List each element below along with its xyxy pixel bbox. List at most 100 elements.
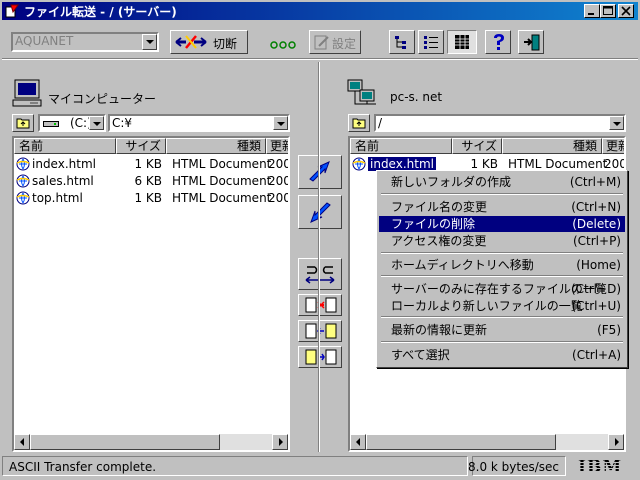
chevron-down-icon[interactable] (142, 34, 157, 50)
local-scroll-thumb[interactable] (30, 434, 220, 450)
local-col-name[interactable]: 名前 (14, 138, 116, 154)
file-name: sales.html (32, 174, 94, 188)
file-size: 1 KB (134, 191, 162, 205)
help-button[interactable] (485, 30, 511, 54)
details-view-icon (455, 35, 469, 49)
help-icon (494, 34, 504, 50)
menu-item-shortcut: (Ctrl+U) (571, 299, 621, 313)
local-col-type[interactable]: 種類 (166, 138, 266, 154)
local-drive-select[interactable]: (C:) (38, 114, 106, 132)
file-name: top.html (32, 191, 83, 205)
upload-button[interactable] (298, 155, 342, 189)
menu-item[interactable]: ファイル名の変更 (Ctrl+N) (379, 199, 625, 215)
local-horizontal-scrollbar[interactable] (14, 434, 288, 450)
file-date: 2002 (268, 174, 288, 188)
disconnect-button[interactable]: 切断 (170, 30, 248, 54)
remote-path-value: / (378, 116, 383, 130)
menu-item[interactable]: 最新の情報に更新 (F5) (379, 322, 625, 338)
local-path-value: C:¥ (112, 116, 133, 130)
ftp-window: ファイル転送 - / (サーバー) AQUANET 切断 設定 マイコンピュータ… (0, 0, 640, 480)
menu-item[interactable]: ローカルより新しいファイルの一覧 (Ctrl+U) (379, 298, 625, 314)
menu-separator (381, 252, 623, 254)
file-size: 6 KB (134, 174, 162, 188)
menu-item[interactable]: ホームディレクトリへ移動 (Home) (379, 257, 625, 273)
remote-col-name[interactable]: 名前 (350, 138, 452, 154)
menu-item[interactable]: ファイルの削除 (Delete) (379, 216, 625, 232)
menu-separator (381, 341, 623, 343)
close-button[interactable] (618, 4, 634, 18)
app-icon[interactable] (5, 4, 19, 18)
sync-both-button[interactable] (298, 258, 342, 290)
view-details-button[interactable] (447, 30, 477, 54)
chevron-down-icon[interactable] (273, 116, 288, 130)
menu-item-shortcut: (Ctrl+A) (572, 348, 621, 362)
menu-item[interactable]: アクセス権の変更 (Ctrl+P) (379, 233, 625, 249)
remote-scroll-thumb[interactable] (366, 434, 556, 450)
remote-up-folder-button[interactable] (348, 114, 370, 132)
local-up-folder-button[interactable] (12, 114, 34, 132)
up-folder-icon (16, 118, 30, 129)
mirror-to-local-button[interactable] (298, 320, 342, 342)
menu-separator (381, 316, 623, 318)
exit-button[interactable] (518, 30, 544, 54)
pane-divider[interactable] (318, 62, 320, 452)
connection-status-icon (270, 38, 296, 52)
local-col-date[interactable]: 更新 (266, 138, 288, 154)
file-date: 2002 (268, 157, 288, 171)
view-list-button[interactable] (418, 30, 444, 54)
chevron-down-icon[interactable] (609, 116, 624, 130)
remote-col-type[interactable]: 種類 (502, 138, 602, 154)
file-size: 1 KB (134, 157, 162, 171)
minimize-button[interactable] (584, 4, 600, 18)
remote-col-size[interactable]: サイズ (452, 138, 502, 154)
transfer-speed: 8.0 k bytes/sec (468, 460, 559, 474)
file-size: 1 KB (470, 157, 498, 171)
scroll-left-icon[interactable] (350, 434, 366, 450)
table-row[interactable]: sales.html 6 KB HTML Document2002 (14, 173, 288, 190)
title-bar[interactable]: ファイル転送 - / (サーバー) (2, 2, 638, 20)
local-col-size[interactable]: サイズ (116, 138, 166, 154)
html-file-icon (16, 174, 30, 191)
menu-item-label: アクセス権の変更 (391, 234, 487, 248)
download-button[interactable] (298, 195, 342, 229)
host-select-value: AQUANET (15, 34, 74, 48)
file-name: index.html (367, 156, 437, 172)
menu-item-shortcut: (Ctrl+D) (570, 282, 621, 296)
local-pane-title: マイコンピューター (48, 92, 157, 106)
file-date: 2002 (604, 157, 624, 171)
compare-files-icon (305, 297, 337, 313)
scroll-left-icon[interactable] (14, 434, 30, 450)
scroll-right-icon[interactable] (608, 434, 624, 450)
view-tree-button[interactable] (389, 30, 415, 54)
table-row[interactable]: top.html 1 KB HTML Document2002 (14, 190, 288, 207)
window-title: ファイル転送 - / (サーバー) (24, 5, 177, 19)
menu-item-label: ローカルより新しいファイルの一覧 (391, 299, 583, 313)
menu-item-shortcut: (F5) (597, 323, 621, 337)
file-type: HTML Document (508, 157, 608, 171)
host-select[interactable]: AQUANET (11, 32, 159, 52)
menu-item-shortcut: (Home) (576, 258, 621, 272)
remote-col-date[interactable]: 更新 (602, 138, 624, 154)
remote-horizontal-scrollbar[interactable] (350, 434, 624, 450)
menu-item[interactable]: すべて選択 (Ctrl+A) (379, 347, 625, 363)
chevron-down-icon[interactable] (89, 116, 104, 130)
menu-item-shortcut: (Ctrl+N) (571, 200, 621, 214)
computer-icon (12, 78, 42, 111)
scroll-right-icon[interactable] (272, 434, 288, 450)
menu-item[interactable]: サーバーのみに存在するファイルの一覧 (Ctrl+D) (379, 281, 625, 297)
menu-separator (381, 193, 623, 195)
table-row[interactable]: index.html 1 KB HTML Document2002 (14, 156, 288, 173)
local-path-select[interactable]: C:¥ (108, 114, 290, 132)
file-type: HTML Document (172, 157, 272, 171)
local-file-list[interactable]: 名前 サイズ 種類 更新 index.html 1 KB HTML Document… (12, 136, 290, 452)
menu-item[interactable]: 新しいフォルダの作成 (Ctrl+M) (379, 174, 625, 190)
file-type: HTML Document (172, 191, 272, 205)
exit-door-icon (524, 34, 540, 51)
edit-settings-icon (314, 35, 329, 50)
maximize-button[interactable] (600, 4, 616, 18)
settings-button[interactable]: 設定 (309, 30, 361, 54)
drive-icon (43, 121, 59, 127)
remote-path-select[interactable]: / (374, 114, 626, 132)
mirror-to-server-button[interactable] (298, 346, 342, 368)
compare-button[interactable] (298, 294, 342, 316)
